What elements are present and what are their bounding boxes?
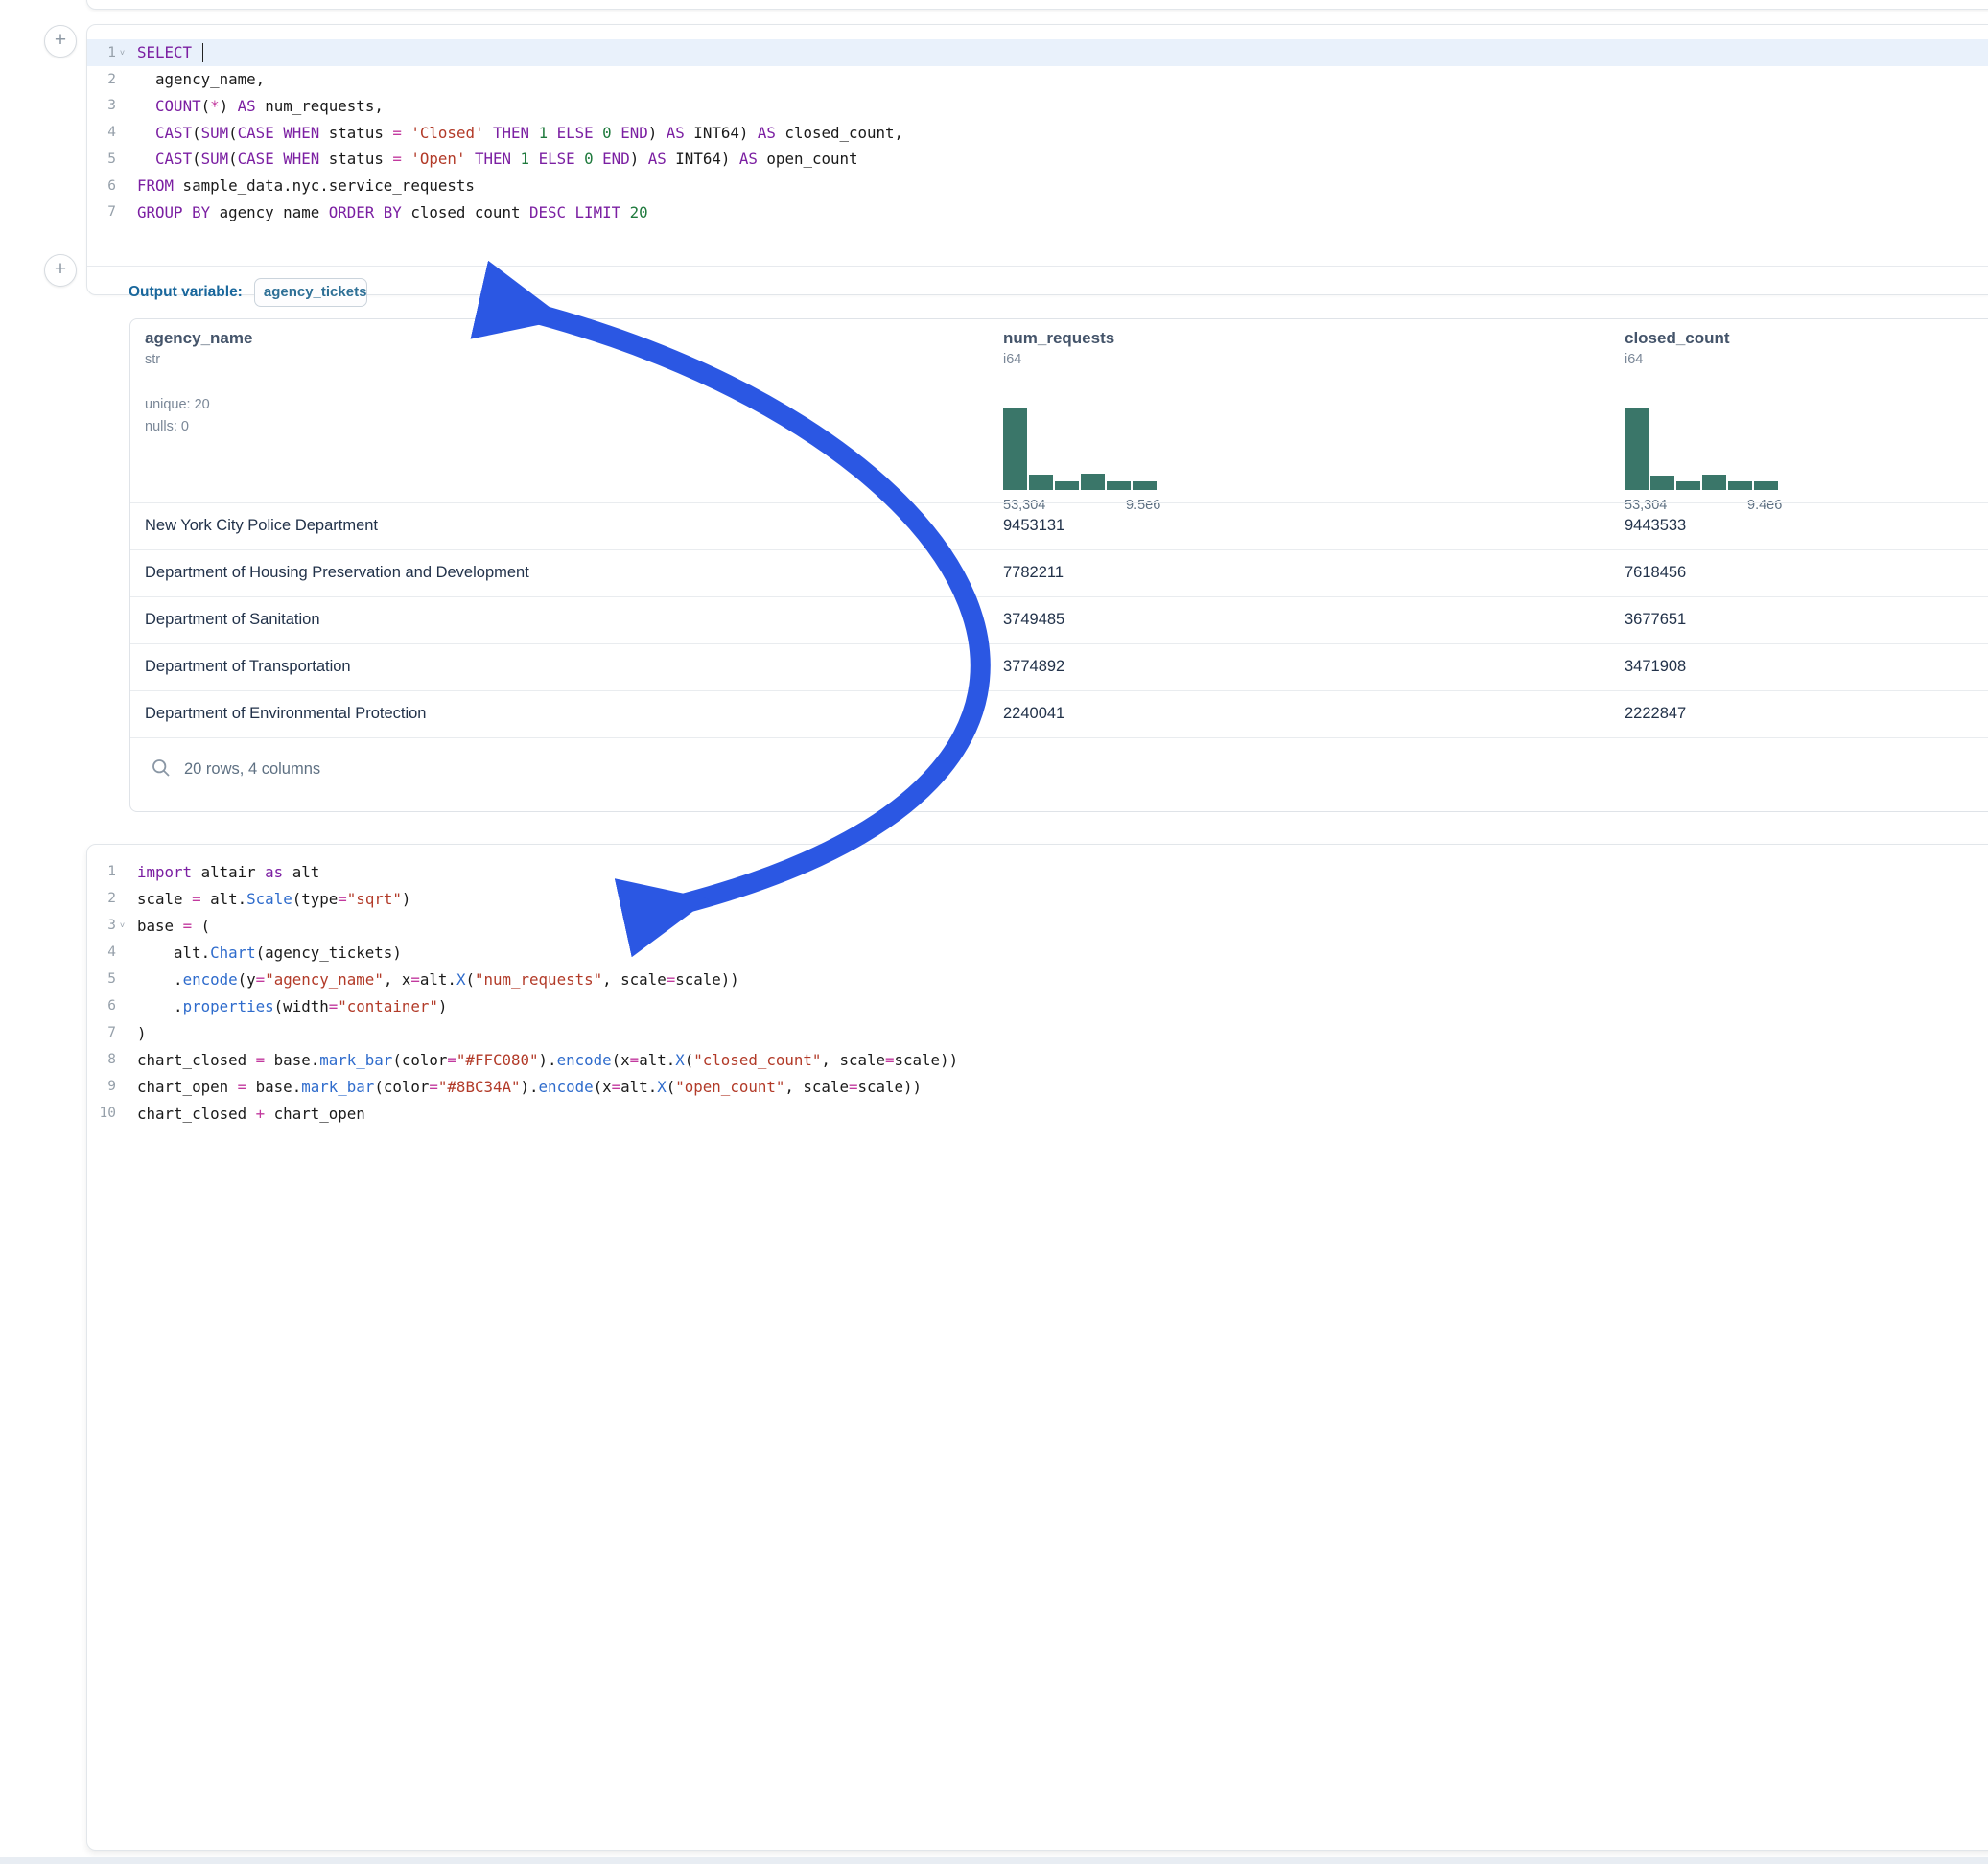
column-name: num_requests: [1003, 329, 1114, 348]
column-header-num_requests[interactable]: num_requestsi6453,3049.5e6: [1003, 329, 1114, 367]
python-code-editor[interactable]: 1import altair as alt2scale = alt.Scale(…: [87, 858, 1988, 1131]
sql-code-editor[interactable]: 1˅SELECT 2 agency_name,3 COUNT(*) AS num…: [87, 39, 1988, 231]
line-number: 6: [87, 178, 116, 194]
table-cell: New York City Police Department: [145, 517, 378, 535]
table-row: Department of Housing Preservation and D…: [130, 549, 1988, 597]
table-cell: 3471908: [1625, 658, 1686, 676]
dataframe-preview: agency_namestr unique: 20nulls: 0 num_requ…: [129, 318, 1988, 812]
table-row: Department of Environmental Protection 22…: [130, 690, 1988, 738]
collapse-chevron-icon[interactable]: ˅: [116, 920, 129, 930]
table-cell: 7782211: [1003, 564, 1064, 582]
line-number: 5: [87, 151, 116, 167]
table-row: Department of Transportation 3774892 34719…: [130, 643, 1988, 691]
column-header-closed_count[interactable]: closed_counti6453,3049.4e6: [1625, 329, 1730, 367]
line-number: 3: [87, 918, 116, 933]
line-number: 7: [87, 204, 116, 220]
table-row: Department of Sanitation 3749485 3677651: [130, 596, 1988, 644]
code-line-7[interactable]: 7): [87, 1019, 1988, 1046]
add-cell-button-top[interactable]: +: [44, 25, 77, 58]
code-line-2[interactable]: 2 agency_name,: [87, 66, 1988, 93]
next-cell-edge: [0, 1857, 1988, 1864]
column-stats: unique: 20nulls: 0: [145, 394, 252, 438]
code-line-7[interactable]: 7GROUP BY agency_name ORDER BY closed_co…: [87, 198, 1988, 225]
notebook-canvas: { "colors": { "closed_bar": "#F5C085", "…: [0, 0, 1988, 1864]
table-cell: Department of Sanitation: [145, 611, 320, 629]
line-number: 5: [87, 971, 116, 987]
code-line-6[interactable]: 6 .properties(width="container"): [87, 992, 1988, 1019]
add-cell-button-output[interactable]: +: [44, 254, 77, 287]
table-cell: 9443533: [1625, 517, 1686, 535]
table-cell: 3774892: [1003, 658, 1064, 676]
line-number: 1: [87, 45, 116, 60]
table-footer: 20 rows, 4 columns: [130, 737, 1988, 810]
line-number: 3: [87, 98, 116, 113]
code-line-3[interactable]: 3 COUNT(*) AS num_requests,: [87, 92, 1988, 119]
line-number: 6: [87, 998, 116, 1014]
output-variable-label: Output variable:: [129, 284, 243, 301]
line-number: 1: [87, 864, 116, 879]
code-line-5[interactable]: 5 CAST(SUM(CASE WHEN status = 'Open' THE…: [87, 146, 1988, 173]
code-line-8[interactable]: 8chart_closed = base.mark_bar(color="#FF…: [87, 1046, 1988, 1073]
code-line-2[interactable]: 2scale = alt.Scale(type="sqrt"): [87, 885, 1988, 912]
table-cell: Department of Environmental Protection: [145, 705, 426, 723]
line-number: 7: [87, 1025, 116, 1040]
table-row-count: 20 rows, 4 columns: [184, 760, 320, 779]
line-number: 10: [87, 1106, 116, 1121]
code-line-6[interactable]: 6FROM sample_data.nyc.service_requests: [87, 173, 1988, 199]
table-row: New York City Police Department 9453131 94…: [130, 502, 1988, 550]
line-number: 2: [87, 891, 116, 906]
column-header-agency_name[interactable]: agency_namestr unique: 20nulls: 0: [145, 329, 252, 438]
sql-cell: 1˅SELECT 2 agency_name,3 COUNT(*) AS num…: [86, 24, 1988, 295]
code-line-10[interactable]: 10chart_closed + chart_open: [87, 1100, 1988, 1127]
table-cell: 2240041: [1003, 705, 1064, 723]
table-cell: 9453131: [1003, 517, 1064, 535]
table-cell: Department of Housing Preservation and D…: [145, 564, 529, 582]
column-type: str: [145, 352, 252, 367]
code-line-9[interactable]: 9chart_open = base.mark_bar(color="#8BC3…: [87, 1073, 1988, 1100]
column-histogram: [1625, 408, 1778, 490]
python-cell: 1import altair as alt2scale = alt.Scale(…: [86, 844, 1988, 1851]
cell-divider: [87, 266, 1988, 267]
code-line-1[interactable]: 1˅SELECT: [87, 39, 1988, 66]
code-line-4[interactable]: 4 CAST(SUM(CASE WHEN status = 'Closed' T…: [87, 119, 1988, 146]
text-cursor: [202, 43, 204, 62]
search-icon[interactable]: [152, 758, 171, 778]
code-line-1[interactable]: 1import altair as alt: [87, 858, 1988, 885]
line-number: 9: [87, 1079, 116, 1094]
table-cell: 3749485: [1003, 611, 1064, 629]
column-type: i64: [1003, 352, 1114, 367]
line-number: 4: [87, 944, 116, 960]
column-histogram: [1003, 408, 1157, 490]
table-header: agency_namestr unique: 20nulls: 0 num_requ…: [130, 319, 1988, 502]
code-line-5[interactable]: 5 .encode(y="agency_name", x=alt.X("num_…: [87, 966, 1988, 992]
code-line-3[interactable]: 3˅base = (: [87, 912, 1988, 939]
line-number: 2: [87, 72, 116, 87]
table-cell: 2222847: [1625, 705, 1686, 723]
table-cell: Department of Transportation: [145, 658, 351, 676]
code-line-4[interactable]: 4 alt.Chart(agency_tickets): [87, 939, 1988, 966]
table-cell: 7618456: [1625, 564, 1686, 582]
column-type: i64: [1625, 352, 1730, 367]
table-cell: 3677651: [1625, 611, 1686, 629]
line-number: 8: [87, 1052, 116, 1067]
collapse-chevron-icon[interactable]: ˅: [116, 48, 129, 58]
column-name: closed_count: [1625, 329, 1730, 348]
previous-cell-edge: [86, 0, 1988, 10]
output-variable-row: Output variable: agency_tickets: [129, 267, 367, 317]
line-number: 4: [87, 125, 116, 140]
output-variable-pill[interactable]: agency_tickets: [254, 278, 367, 307]
column-name: agency_name: [145, 329, 252, 348]
